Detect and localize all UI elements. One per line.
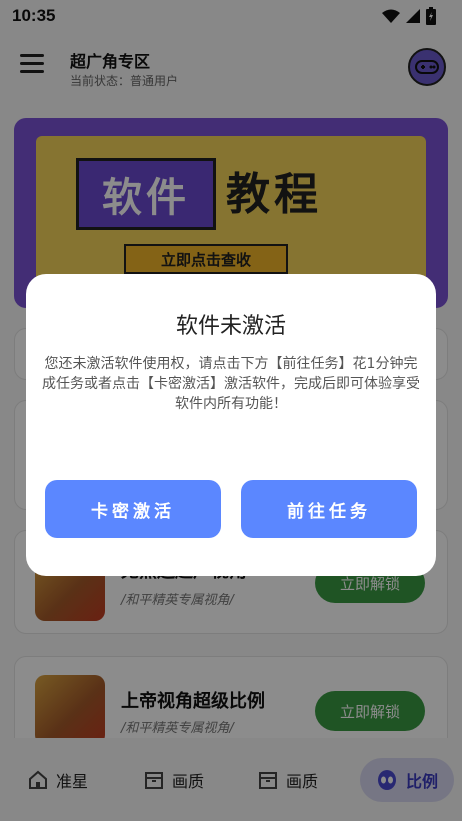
dialog-message: 您还未激活软件使用权，请点击下方【前往任务】花1分钟完成任务或者点击【卡密激活】… — [42, 356, 420, 412]
dialog-title: 软件未激活 — [175, 314, 286, 339]
card-key-activate-button[interactable]: 卡密激活 — [45, 480, 221, 538]
go-to-task-button[interactable]: 前往任务 — [241, 480, 417, 538]
activation-dialog: 软件未激活 您还未激活软件使用权，请点击下方【前往任务】花1分钟完成任务或者点击… — [26, 274, 436, 576]
